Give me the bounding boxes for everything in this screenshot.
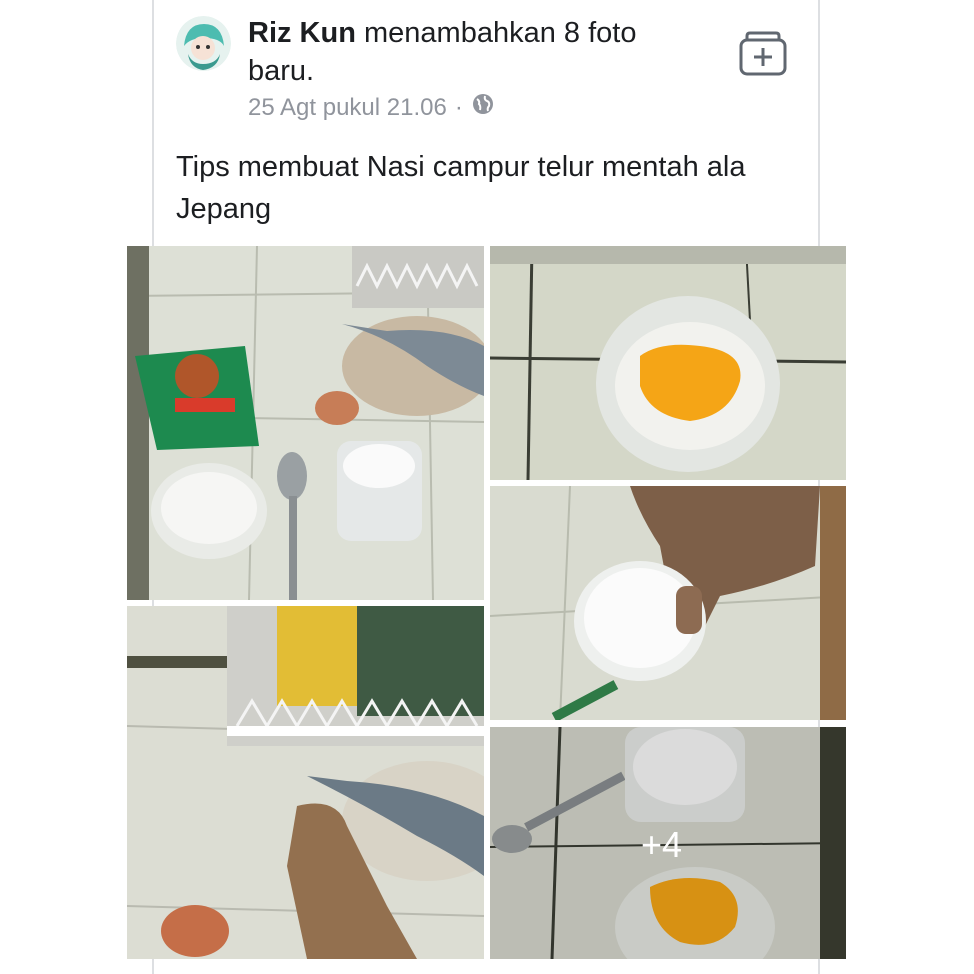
save-collection-button[interactable] (737, 28, 789, 78)
author-avatar[interactable] (176, 16, 231, 71)
photo-ingredients[interactable] (127, 246, 484, 600)
globe-icon[interactable] (471, 92, 495, 123)
meta-separator: · (454, 93, 463, 121)
post-meta: 25 Agt pukul 21.06 · (248, 92, 495, 123)
photo-salt-jar-finger[interactable] (490, 486, 846, 720)
post-header: Riz Kun menambahkan 8 foto baru. (248, 14, 708, 90)
post-timestamp[interactable]: 25 Agt pukul 21.06 (248, 94, 447, 122)
more-photos-label[interactable]: +4 (641, 824, 682, 866)
post-caption: Tips membuat Nasi campur telur mentah al… (176, 151, 746, 225)
save-collection-icon (739, 31, 787, 76)
photo-dish-rack-fish[interactable] (127, 606, 484, 959)
photo-egg-rice-bowl[interactable] (490, 246, 846, 480)
author-name[interactable]: Riz Kun (248, 17, 356, 49)
